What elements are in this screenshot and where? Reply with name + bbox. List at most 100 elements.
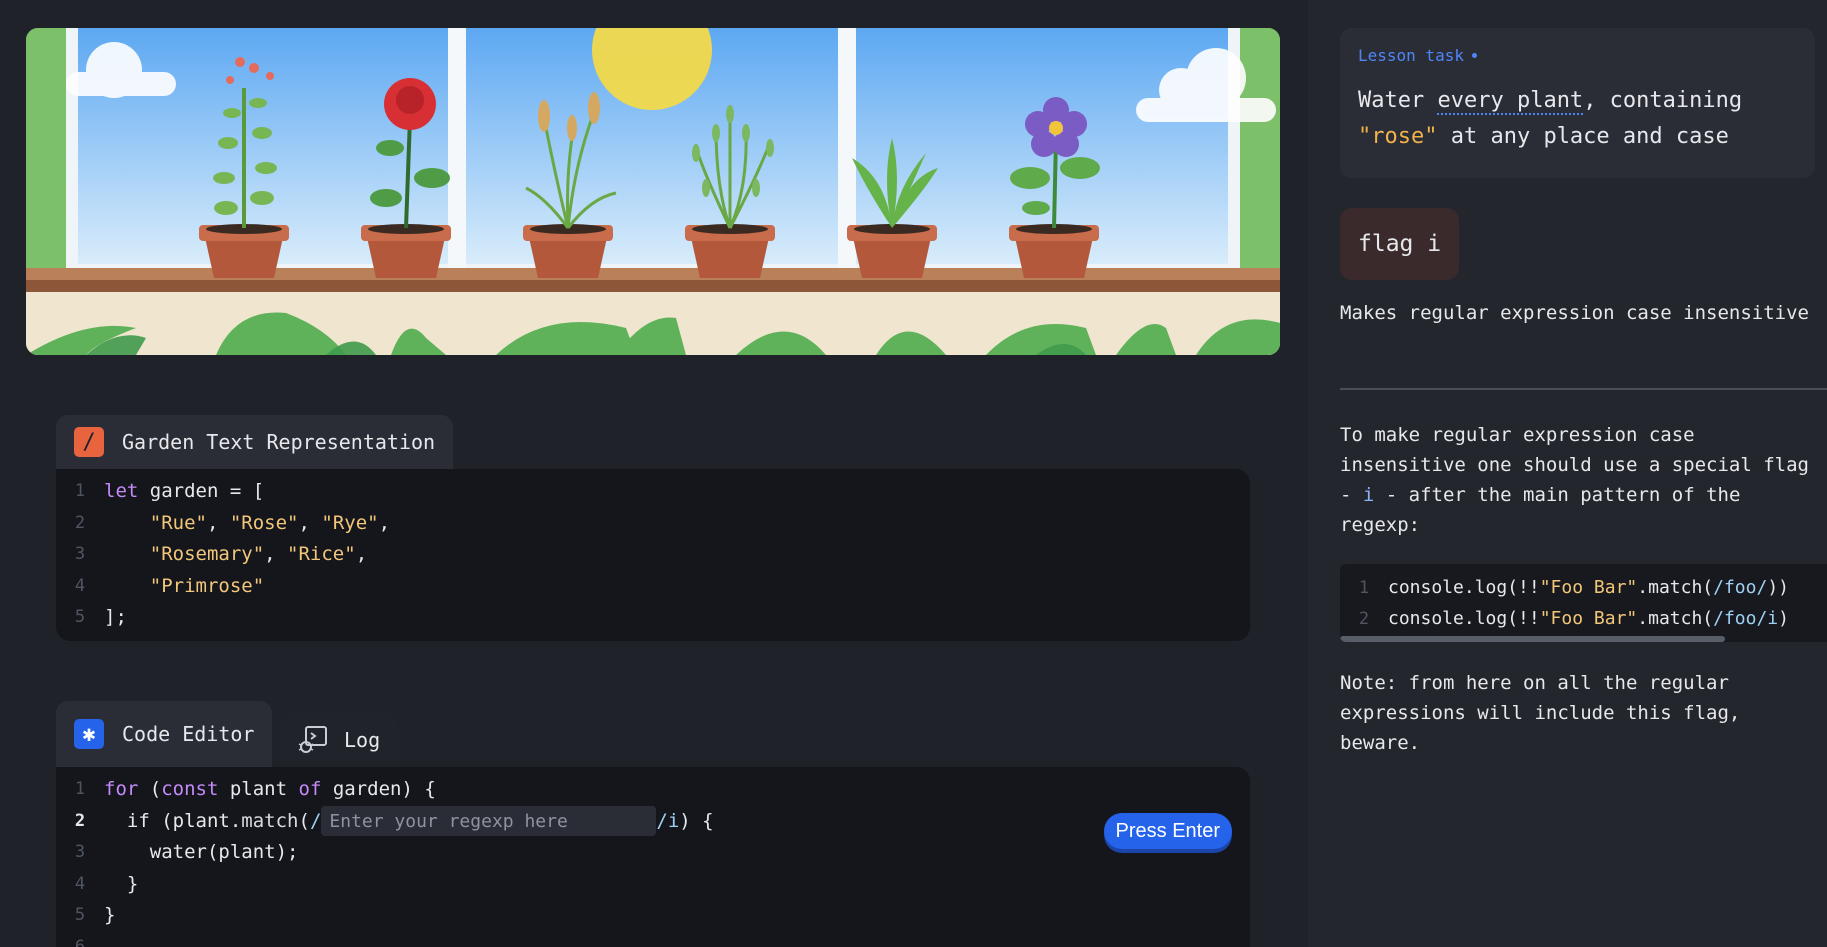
code-token: ( <box>138 778 162 800</box>
tab-garden-text-label: Garden Text Representation <box>122 430 436 454</box>
code-token: console.log(!! <box>1388 577 1540 598</box>
code-token: of <box>298 778 322 800</box>
editor-line-code: for (const plant of garden) { <box>104 774 436 806</box>
lesson-task-card: Lesson task Water every plant, containin… <box>1340 28 1815 178</box>
code-token: )) <box>1767 577 1789 598</box>
code-token: const <box>161 778 219 800</box>
task-text-highlight[interactable]: every plant <box>1437 88 1584 115</box>
main-area: / Garden Text Representation 1 let garden… <box>0 0 1308 947</box>
press-enter-button[interactable]: Press Enter <box>1103 813 1232 849</box>
code-token: } <box>104 872 139 895</box>
line-number: 2 <box>1358 608 1370 629</box>
line-number: 2 <box>74 512 86 533</box>
code-token: , <box>264 543 288 565</box>
code-token: ) { <box>679 809 714 832</box>
code-token: "Foo Bar" <box>1539 608 1638 629</box>
code-token: .match( <box>1637 608 1714 629</box>
line-number: 4 <box>74 575 86 596</box>
code-token: /foo/ <box>1713 577 1768 598</box>
code-token: "Primrose" <box>149 574 265 597</box>
regexp-input[interactable] <box>321 806 657 837</box>
code-token: ) <box>1778 608 1789 629</box>
code-token: "Rice" <box>287 543 356 565</box>
lesson-sidebar: Lesson task Water every plant, containin… <box>1308 0 1827 947</box>
line-number: 3 <box>74 842 86 862</box>
code-line: 4 "Primrose" <box>56 571 1250 603</box>
code-token: ]; <box>104 606 127 628</box>
line-number: 2 <box>74 810 86 831</box>
editor-line-3: 3 water(plant); <box>56 837 1250 869</box>
editor-line-6: 6 <box>56 932 1250 947</box>
note-text: Note: from here on all the regular expre… <box>1340 672 1741 754</box>
bug-terminal-icon <box>298 725 328 755</box>
code-token: "Rye" <box>321 511 379 534</box>
line-number: 4 <box>74 873 86 894</box>
code-token: , <box>378 511 391 534</box>
line-number: 1 <box>74 779 86 799</box>
regex-flag-close: /i <box>656 809 680 832</box>
horizontal-scrollbar[interactable] <box>1340 636 1725 642</box>
task-text-part: at any place and case <box>1437 124 1729 149</box>
code-token: "Foo Bar" <box>1539 577 1638 598</box>
line-number: 5 <box>74 905 86 925</box>
flag-description: Makes regular expression case insensitiv… <box>1340 302 1809 324</box>
garden-scene <box>26 28 1280 355</box>
example-line-1: 1 console.log(!! "Foo Bar" .match(/foo/)) <box>1340 572 1827 603</box>
code-token: "Rose" <box>229 511 299 534</box>
code-token: garden) { <box>321 778 436 800</box>
explanation-text: To make regular expression case insensit… <box>1340 420 1820 540</box>
example-line-2: 2 console.log(!! "Foo Bar" .match(/foo/i) <box>1340 603 1827 634</box>
code-token: , <box>298 511 322 534</box>
editor-line-1: 1 for (const plant of garden) { <box>56 774 1250 806</box>
editor-line-2: 2 if (plant.match(/ /i) { <box>56 806 1250 838</box>
code-token: , <box>355 543 368 565</box>
slash-icon: / <box>74 427 104 457</box>
garden-illustration <box>26 28 1280 355</box>
editor-line-code: } <box>104 900 115 932</box>
code-token: .match( <box>1637 577 1714 598</box>
code-token: "Rosemary" <box>149 543 265 565</box>
code-line: 5]; <box>56 602 1250 634</box>
line-number: 3 <box>74 544 86 564</box>
code-token: water(plant); <box>104 841 299 863</box>
example-code-block: 1 console.log(!! "Foo Bar" .match(/foo/)) 2… <box>1340 564 1827 642</box>
line-number: 1 <box>74 481 86 501</box>
code-token: /foo/i <box>1713 608 1779 629</box>
line-number: 6 <box>74 936 86 947</box>
lesson-task-label: Lesson task <box>1358 46 1797 65</box>
tab-code-editor[interactable]: ✱ Code Editor <box>56 701 273 767</box>
editor-line-code: water(plant); <box>104 837 299 869</box>
explanation-flag: i <box>1362 484 1375 506</box>
code-token: console.log(!! <box>1388 608 1540 629</box>
code-line: 3 "Rosemary", "Rice", <box>56 539 1250 571</box>
tab-code-editor-label: Code Editor <box>122 722 255 746</box>
regex-slash-open: / <box>309 809 322 832</box>
task-text-quoted: "rose" <box>1358 124 1438 149</box>
code-editor: 1 for (const plant of garden) { 2 if (pla… <box>56 767 1250 947</box>
task-text-part: Water <box>1358 88 1438 113</box>
code-token: plant <box>218 778 299 800</box>
code-line: 2 "Rue", "Rose", "Rye", <box>56 508 1250 540</box>
code-token: "Rue" <box>149 511 207 534</box>
code-token: match <box>241 809 299 832</box>
editor-line-code: } <box>104 869 138 901</box>
tab-log-label: Log <box>344 728 381 752</box>
divider <box>1340 388 1827 390</box>
tab-garden-text[interactable]: / Garden Text Representation <box>56 415 454 469</box>
code-token: for <box>104 778 139 800</box>
code-token: if (plant. <box>104 809 242 832</box>
flag-chip: flag i <box>1340 208 1460 280</box>
code-token: } <box>104 904 116 926</box>
code-token: let <box>104 480 139 502</box>
task-text-part: , containing <box>1583 88 1743 113</box>
code-token: garden = [ <box>138 480 265 502</box>
code-token: , <box>206 511 230 534</box>
lesson-task-text: Water every plant, containing "rose" at a… <box>1358 83 1797 155</box>
lesson-task-label-text: Lesson task <box>1358 46 1464 65</box>
tab-log[interactable]: Log <box>280 713 399 767</box>
garden-code-block: 1 let garden = [2 "Rue", "Rose", "Rye", 3 … <box>56 469 1250 641</box>
explanation-part: - after the main pattern of the regexp: <box>1340 484 1741 536</box>
